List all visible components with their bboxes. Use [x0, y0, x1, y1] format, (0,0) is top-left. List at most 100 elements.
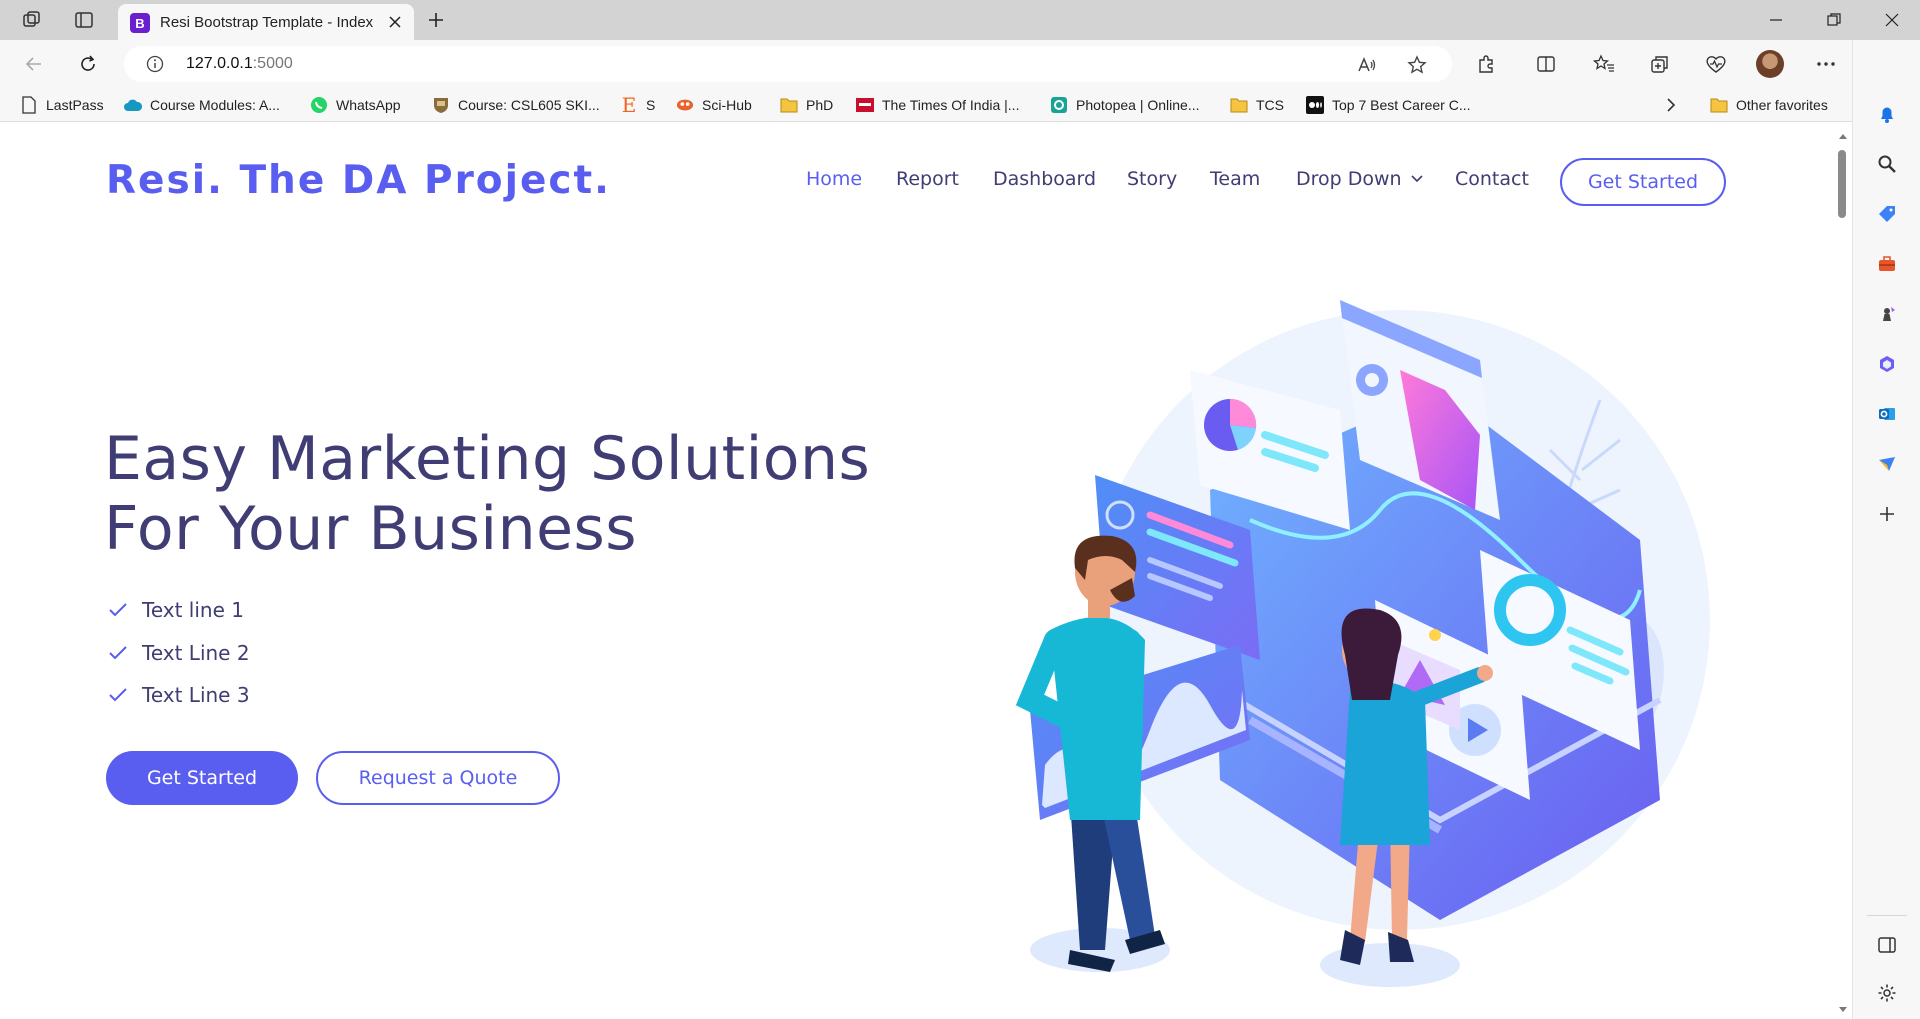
check-icon: [109, 688, 127, 702]
favorites-bar: LastPass Course Modules: A... WhatsApp C…: [0, 88, 1920, 122]
checklist-item: Text Line 2: [108, 641, 250, 665]
checklist-item: Text Line 3: [108, 683, 250, 707]
site-info-icon[interactable]: [146, 55, 164, 73]
bookmark-item[interactable]: WhatsApp: [310, 94, 401, 116]
folder-icon: [1230, 96, 1248, 114]
profile-avatar[interactable]: [1756, 50, 1784, 78]
other-favorites[interactable]: Other favorites: [1710, 94, 1828, 116]
nav-dropdown-label: Drop Down: [1296, 168, 1402, 190]
hero-heading-line2: For Your Business: [104, 494, 638, 564]
browser-essentials-icon[interactable]: [1704, 52, 1728, 76]
scroll-down-arrow-icon[interactable]: [1838, 1004, 1848, 1014]
collections-icon[interactable]: [1648, 52, 1672, 76]
bell-icon[interactable]: [1875, 102, 1899, 126]
more-options-icon[interactable]: [1814, 52, 1838, 76]
bookmarks-overflow-chevron-icon[interactable]: [1666, 94, 1676, 116]
outlook-icon[interactable]: [1875, 402, 1899, 426]
close-tab-icon[interactable]: [386, 13, 404, 31]
page-scrollbar[interactable]: [1834, 122, 1852, 1019]
request-quote-button[interactable]: Request a Quote: [316, 751, 560, 805]
bookmark-item[interactable]: Course: CSL605 SKI...: [432, 94, 600, 116]
bookmark-label: Sci-Hub: [702, 97, 752, 113]
sidebar-divider: [1867, 915, 1907, 916]
scihub-icon: [676, 96, 694, 114]
cloud-icon: [124, 96, 142, 114]
bookmark-item[interactable]: Sci-Hub: [676, 94, 752, 116]
checklist-text: Text Line 2: [142, 641, 250, 665]
tab-title: Resi Bootstrap Template - Index: [160, 14, 374, 31]
medium-icon: [1306, 96, 1324, 114]
bookmark-item[interactable]: PhD: [780, 94, 833, 116]
bookmark-item[interactable]: Course Modules: A...: [124, 94, 280, 116]
favorite-star-icon[interactable]: [1406, 54, 1428, 76]
refresh-icon[interactable]: [76, 52, 100, 76]
bookmark-label: Course: CSL605 SKI...: [458, 97, 600, 113]
scrollbar-thumb[interactable]: [1838, 150, 1846, 218]
bookmark-label: S: [646, 97, 656, 113]
workspaces-icon[interactable]: [20, 8, 44, 32]
photopea-icon: [1050, 96, 1068, 114]
back-arrow-icon[interactable]: [22, 52, 46, 76]
nav-team[interactable]: Team: [1210, 168, 1260, 190]
checklist-text: Text Line 3: [142, 683, 250, 707]
scroll-up-arrow-icon[interactable]: [1838, 132, 1848, 142]
nav-report[interactable]: Report: [896, 168, 959, 190]
hero-illustration: [1015, 300, 1710, 987]
extensions-icon[interactable]: [1474, 52, 1498, 76]
microsoft365-icon[interactable]: [1875, 352, 1899, 376]
favorites-icon[interactable]: [1592, 52, 1616, 76]
other-favorites-label: Other favorites: [1736, 97, 1828, 113]
etsy-icon: E: [621, 93, 637, 117]
split-screen-icon[interactable]: [1534, 52, 1558, 76]
nav-home[interactable]: Home: [806, 168, 862, 190]
nav-dashboard[interactable]: Dashboard: [993, 168, 1096, 190]
bookmark-label: Photopea | Online...: [1076, 97, 1200, 113]
bookmark-label: PhD: [806, 97, 834, 113]
vertical-tabs-icon[interactable]: [72, 8, 96, 32]
add-icon[interactable]: [1875, 502, 1899, 526]
hero-heading: Easy Marketing Solutions For Your Busine…: [104, 424, 870, 564]
bookmark-label: TCS: [1256, 97, 1284, 113]
restore-button[interactable]: [1822, 8, 1846, 32]
nav-contact[interactable]: Contact: [1455, 168, 1529, 190]
bookmark-label: Course Modules: A...: [150, 97, 280, 113]
folder-icon: [1710, 96, 1728, 114]
checklist-item: Text line 1: [108, 598, 244, 622]
site-logo[interactable]: Resi. The DA Project.: [106, 158, 611, 203]
bookmark-label: The Times Of India |...: [882, 97, 1020, 113]
bookmark-item[interactable]: The Times Of India |...: [856, 94, 1019, 116]
address-bar[interactable]: 127.0.0.1:5000: [124, 46, 1452, 82]
close-window-button[interactable]: [1880, 8, 1904, 32]
bookmark-item[interactable]: Top 7 Best Career C...: [1306, 94, 1471, 116]
nav-dropdown[interactable]: Drop Down: [1296, 168, 1424, 190]
new-tab-button[interactable]: [424, 8, 448, 32]
bookmark-label: WhatsApp: [336, 97, 401, 113]
nav-story[interactable]: Story: [1127, 168, 1177, 190]
hide-sidebar-icon[interactable]: [1875, 933, 1899, 957]
send-icon[interactable]: [1875, 452, 1899, 476]
get-started-button[interactable]: Get Started: [106, 751, 298, 805]
browser-tab-active[interactable]: B Resi Bootstrap Template - Index: [118, 4, 414, 40]
edge-sidebar: [1852, 40, 1920, 1019]
crest-icon: [432, 96, 450, 114]
whatsapp-icon: [310, 96, 328, 114]
settings-gear-icon[interactable]: [1875, 981, 1899, 1005]
bookmark-item[interactable]: TCS: [1230, 94, 1284, 116]
read-aloud-icon[interactable]: [1356, 54, 1378, 76]
url-text: 127.0.0.1:5000: [186, 55, 293, 72]
bookmark-item[interactable]: Photopea | Online...: [1050, 94, 1200, 116]
hero-heading-line1: Easy Marketing Solutions: [104, 424, 871, 494]
toolbar: 127.0.0.1:5000: [0, 40, 1920, 88]
toolbox-icon[interactable]: [1875, 252, 1899, 276]
bookmark-item[interactable]: E S: [620, 93, 656, 117]
get-started-nav-button[interactable]: Get Started: [1560, 158, 1726, 206]
search-icon[interactable]: [1875, 152, 1899, 176]
shopping-tag-icon[interactable]: [1875, 202, 1899, 226]
bookmark-label: Top 7 Best Career C...: [1332, 97, 1471, 113]
minimize-button[interactable]: [1764, 8, 1788, 32]
bookmark-label: LastPass: [46, 97, 104, 113]
tab-strip: B Resi Bootstrap Template - Index: [0, 0, 1920, 40]
games-icon[interactable]: [1875, 302, 1899, 326]
checklist-text: Text line 1: [142, 598, 244, 622]
bookmark-item[interactable]: LastPass: [20, 94, 104, 116]
